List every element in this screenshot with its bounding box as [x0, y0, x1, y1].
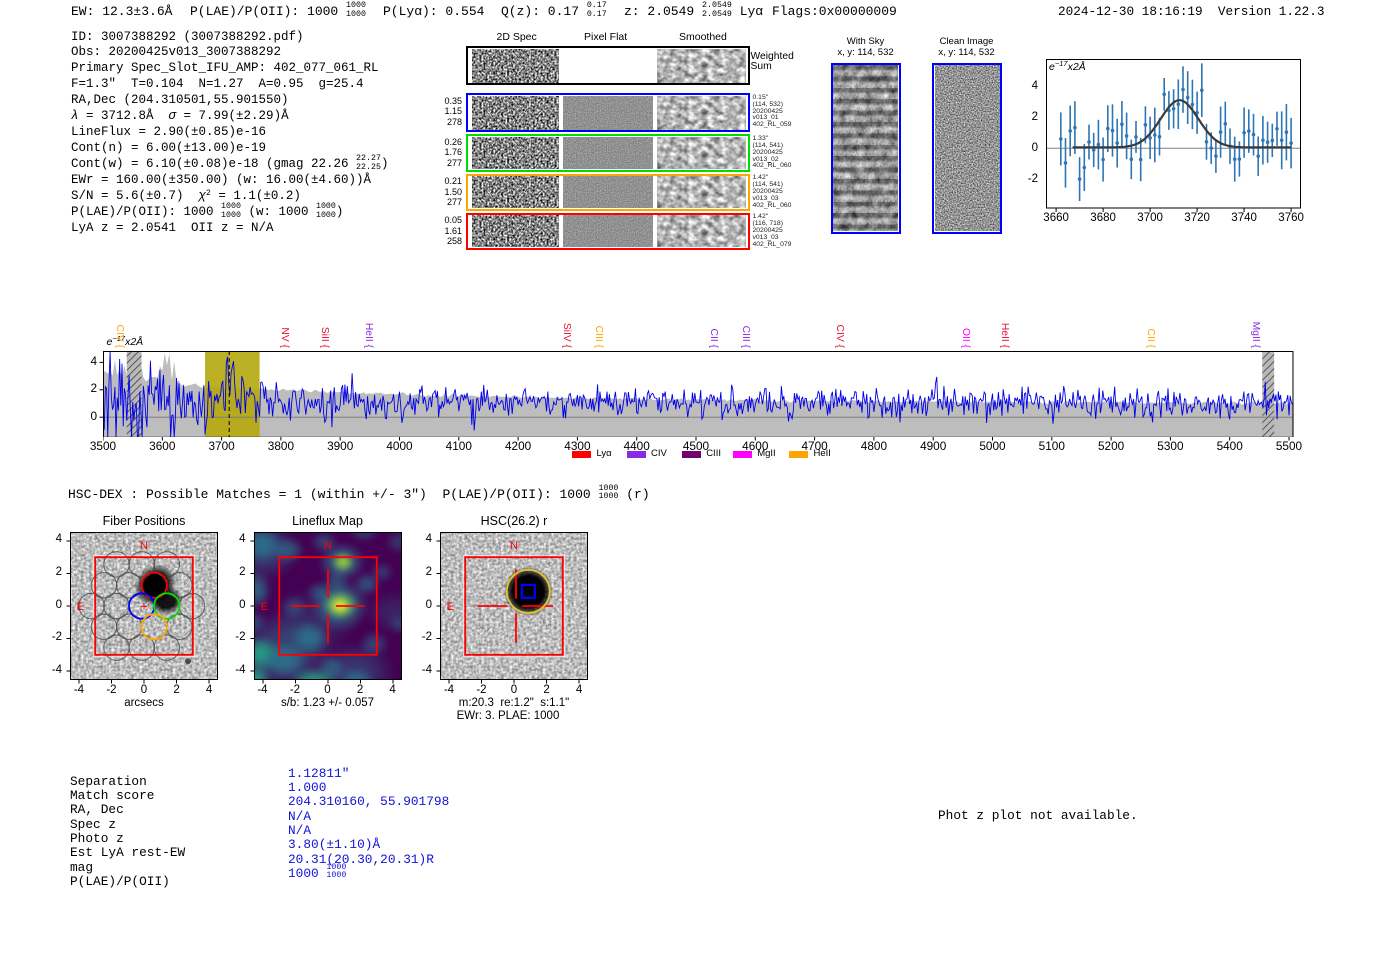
- svg-text:CIV {: CIV {: [114, 325, 125, 349]
- svg-text:HeII {: HeII {: [363, 323, 374, 349]
- svg-text:CII {: CII {: [708, 329, 719, 349]
- svg-text:CIV {: CIV {: [834, 325, 845, 349]
- svg-text:CII {: CII {: [1145, 329, 1156, 349]
- svg-text:HeII {: HeII {: [999, 323, 1010, 349]
- svg-text:SiII {: SiII {: [319, 327, 330, 349]
- svg-text:OII {: OII {: [960, 328, 971, 349]
- svg-text:CIII {: CIII {: [740, 326, 751, 349]
- svg-text:CIII {: CIII {: [593, 326, 604, 349]
- svg-text:MgII {: MgII {: [1250, 322, 1261, 349]
- svg-text:NV {: NV {: [279, 327, 290, 348]
- svg-text:SiIV {: SiIV {: [561, 323, 572, 349]
